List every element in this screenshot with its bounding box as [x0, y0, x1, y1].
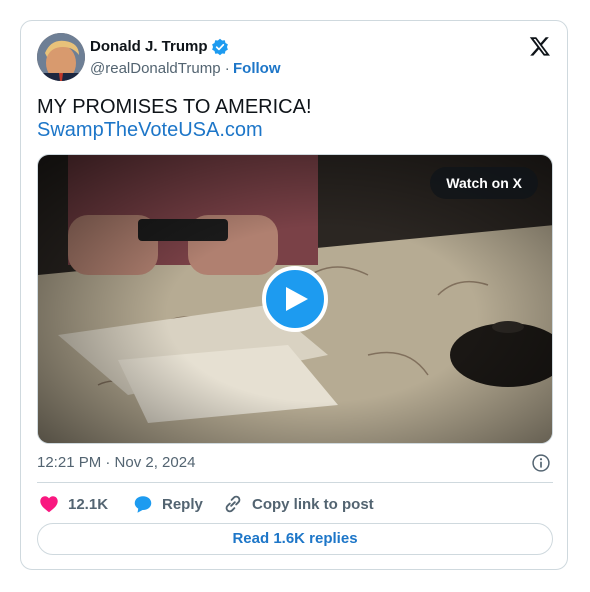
verified-badge-icon	[211, 38, 229, 56]
post-timestamp[interactable]: 12:21 PM · Nov 2, 2024	[37, 454, 195, 471]
handle-text: @realDonaldTrump	[90, 60, 221, 77]
reply-label: Reply	[162, 495, 203, 513]
avatar-image	[37, 33, 85, 81]
author-handle[interactable]: @realDonaldTrump ·	[90, 60, 230, 77]
copy-link-button[interactable]: Copy link to post	[222, 493, 374, 515]
reply-button[interactable]: Reply	[132, 493, 203, 515]
post-link[interactable]: SwampTheVoteUSA.com	[37, 119, 263, 142]
handle-separator: ·	[224, 60, 230, 77]
heart-icon	[40, 496, 58, 513]
info-icon[interactable]	[531, 453, 551, 473]
avatar[interactable]	[37, 33, 85, 81]
read-replies-button[interactable]: Read 1.6K replies	[37, 523, 553, 555]
divider	[37, 482, 553, 483]
x-logo-icon[interactable]	[529, 35, 551, 57]
play-icon	[286, 287, 308, 311]
tweet-card: Donald J. Trump @realDonaldTrump · Follo…	[20, 20, 568, 570]
like-count: 12.1K	[68, 495, 109, 513]
post-text: MY PROMISES TO AMERICA!	[37, 96, 312, 118]
follow-button[interactable]: Follow	[233, 60, 281, 77]
video-thumbnail[interactable]: Watch on X	[37, 154, 553, 444]
watch-on-x-badge[interactable]: Watch on X	[430, 167, 538, 199]
copy-link-label: Copy link to post	[252, 495, 374, 513]
like-button[interactable]: 12.1K	[38, 493, 108, 515]
link-icon	[225, 495, 241, 513]
reply-bubble-icon	[134, 496, 152, 513]
author-name[interactable]: Donald J. Trump	[90, 38, 208, 55]
play-button[interactable]	[262, 266, 328, 332]
